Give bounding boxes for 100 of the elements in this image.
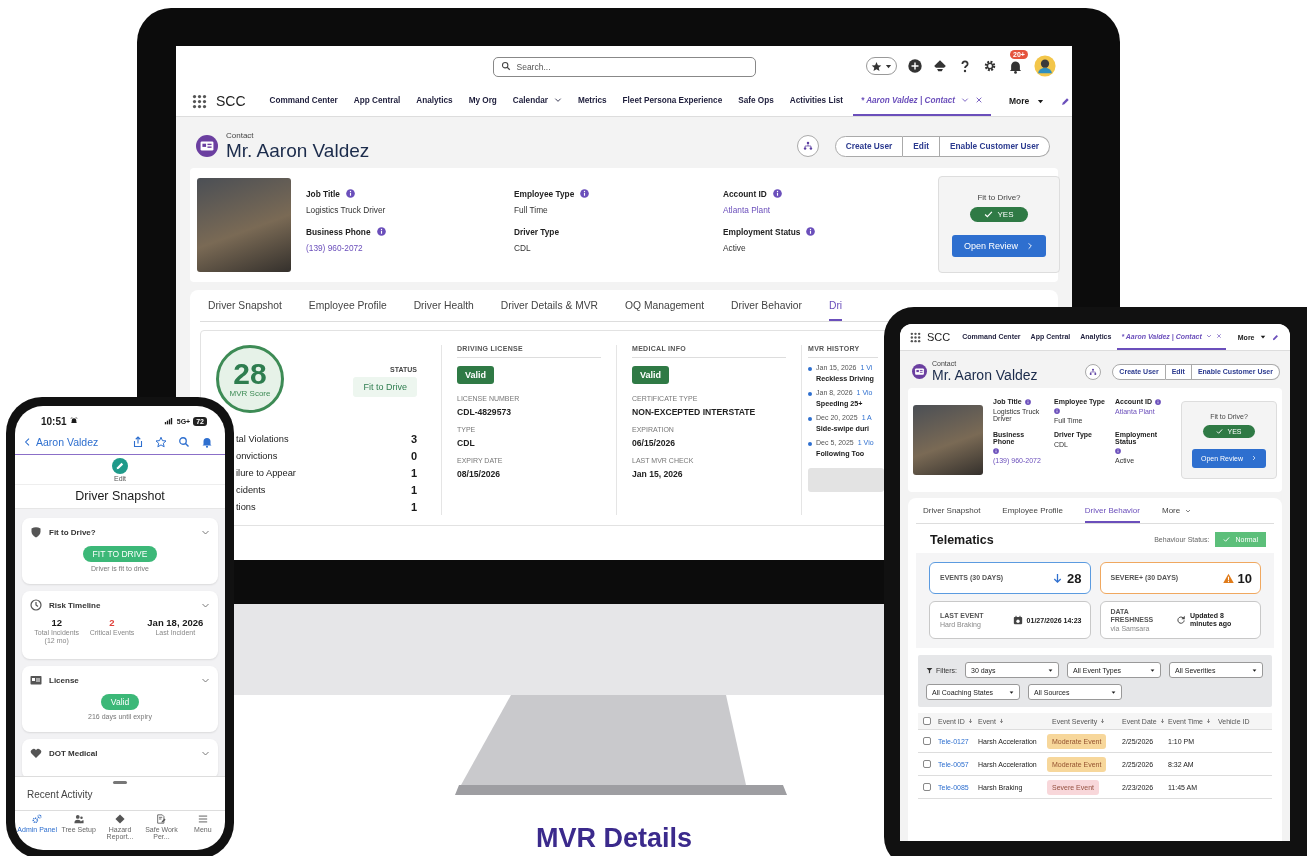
more-menu[interactable]: More xyxy=(1009,86,1045,116)
field-value: CDL-4829573 xyxy=(457,406,511,417)
nav-tab[interactable]: Fleet Persona Experience xyxy=(622,86,723,116)
nav-tab[interactable]: Activities List xyxy=(789,86,843,116)
action-button[interactable]: Edit xyxy=(903,135,940,157)
info-icon[interactable] xyxy=(1115,448,1121,455)
nav-tab[interactable]: Command Center xyxy=(269,86,338,116)
nav-tab[interactable]: Analytics xyxy=(416,86,453,116)
count-value: 1 xyxy=(410,467,417,480)
heart-icon xyxy=(30,747,42,759)
chevron-right-icon xyxy=(1026,241,1034,250)
checkbox[interactable] xyxy=(923,737,931,746)
chevron-right-icon xyxy=(1251,455,1257,462)
search-icon xyxy=(500,61,511,71)
timeline-dot xyxy=(808,366,812,371)
field-link[interactable]: (139) 960-2072 xyxy=(306,242,514,253)
shield-icon xyxy=(30,526,42,538)
search-field[interactable]: Search... xyxy=(492,57,756,77)
record-tab[interactable]: OQ Management xyxy=(625,289,704,321)
field-value: Active xyxy=(723,242,747,253)
document-icon xyxy=(156,814,167,824)
score-value: 28 xyxy=(233,359,267,390)
hierarchy-button[interactable] xyxy=(1085,363,1102,380)
status-badge: FIT TO DRIVE xyxy=(82,546,158,562)
info-icon[interactable] xyxy=(580,189,590,199)
sort-icon[interactable] xyxy=(1100,718,1106,725)
record-tab[interactable]: Dri xyxy=(829,289,843,321)
checkbox[interactable] xyxy=(923,783,931,792)
record-tab[interactable]: More xyxy=(1162,498,1192,524)
checkbox[interactable] xyxy=(923,760,931,769)
count-value: 3 xyxy=(410,433,417,446)
settings-icon[interactable] xyxy=(983,59,997,73)
field-label: Business Phone xyxy=(306,226,371,237)
nav-tab[interactable]: App Central xyxy=(353,86,401,116)
nav-tab[interactable]: * Aaron Valdez | Contact xyxy=(853,86,992,116)
status-time: 10:51 xyxy=(41,415,67,427)
info-icon[interactable] xyxy=(1024,398,1031,405)
app-launcher-icon[interactable] xyxy=(910,331,921,343)
nav-tab[interactable]: Safe Ops xyxy=(738,86,774,116)
field-value: 06/15/2026 xyxy=(632,437,675,448)
chevron-down-icon[interactable] xyxy=(553,96,562,104)
search-icon[interactable] xyxy=(178,436,190,448)
checkbox[interactable] xyxy=(923,717,931,726)
share-icon[interactable] xyxy=(132,436,144,448)
info-icon[interactable] xyxy=(376,227,386,237)
open-review-button[interactable]: Open Review xyxy=(952,234,1046,257)
back-button[interactable]: Aaron Valdez xyxy=(23,436,99,448)
timeline-dot xyxy=(808,441,812,446)
record-tab[interactable]: Driver Behavior xyxy=(1084,498,1140,524)
action-button[interactable]: Enable Customer User xyxy=(940,135,1050,157)
contact-icon xyxy=(196,135,218,158)
score-label: MVR Score xyxy=(229,389,271,399)
photo-placeholder xyxy=(913,405,983,476)
record-tab[interactable]: Driver Snapshot xyxy=(923,498,981,524)
drag-handle[interactable] xyxy=(113,781,127,784)
sort-icon[interactable] xyxy=(967,718,973,725)
caret-down-icon xyxy=(1150,667,1155,673)
nav-tab[interactable]: Calendar xyxy=(512,86,562,116)
app-launcher-icon[interactable] xyxy=(192,93,207,109)
nav-tab[interactable]: Metrics xyxy=(577,86,607,116)
info-icon[interactable] xyxy=(993,448,999,455)
chevron-down-icon xyxy=(1185,507,1192,514)
info-icon[interactable] xyxy=(345,189,355,199)
close-icon[interactable] xyxy=(1215,333,1222,339)
sort-icon[interactable] xyxy=(1206,718,1211,725)
sort-icon[interactable] xyxy=(1159,718,1165,725)
info-icon[interactable] xyxy=(772,189,782,199)
chevron-down-icon[interactable] xyxy=(961,96,970,104)
people-icon xyxy=(73,814,84,824)
close-icon[interactable] xyxy=(975,96,984,104)
caret-down-icon xyxy=(1252,667,1257,673)
record-tab[interactable]: Driver Behavior xyxy=(731,289,802,321)
check-icon xyxy=(1223,536,1231,544)
field-value: CDL xyxy=(457,437,475,448)
chevron-down-icon[interactable] xyxy=(1205,333,1212,339)
field-label: Driver Type xyxy=(514,226,560,237)
record-tab[interactable]: Employee Profile xyxy=(1002,498,1063,524)
add-icon[interactable] xyxy=(908,59,922,73)
panel-label: Fit to Drive? xyxy=(977,192,1021,202)
record-tab[interactable]: Employee Profile xyxy=(308,289,387,321)
metric-value: 28 xyxy=(1067,570,1082,586)
pencil-icon[interactable] xyxy=(1061,96,1070,106)
valid-badge: Valid xyxy=(632,365,669,384)
nav-tab[interactable]: My Org xyxy=(468,86,497,116)
avatar-icon[interactable] xyxy=(1034,55,1056,77)
info-icon[interactable] xyxy=(806,227,816,237)
record-tab[interactable]: Driver Details & MVR xyxy=(500,289,599,321)
star-icon[interactable] xyxy=(155,436,167,448)
record-name: Mr. Aaron Valdez xyxy=(932,367,1038,384)
valid-badge: Valid xyxy=(457,365,494,384)
pencil-icon[interactable] xyxy=(1271,333,1279,341)
count-label: ilure to Appear xyxy=(236,468,296,479)
sort-icon[interactable] xyxy=(998,718,1004,725)
action-button[interactable]: Create User xyxy=(834,135,904,157)
info-icon[interactable] xyxy=(1154,398,1161,405)
field-link[interactable]: Atlanta Plant xyxy=(723,204,923,215)
record-tab[interactable]: Driver Snapshot xyxy=(208,289,282,321)
info-icon[interactable] xyxy=(1054,408,1060,415)
record-tab[interactable]: Driver Health xyxy=(413,289,474,321)
hierarchy-button[interactable] xyxy=(796,135,819,158)
